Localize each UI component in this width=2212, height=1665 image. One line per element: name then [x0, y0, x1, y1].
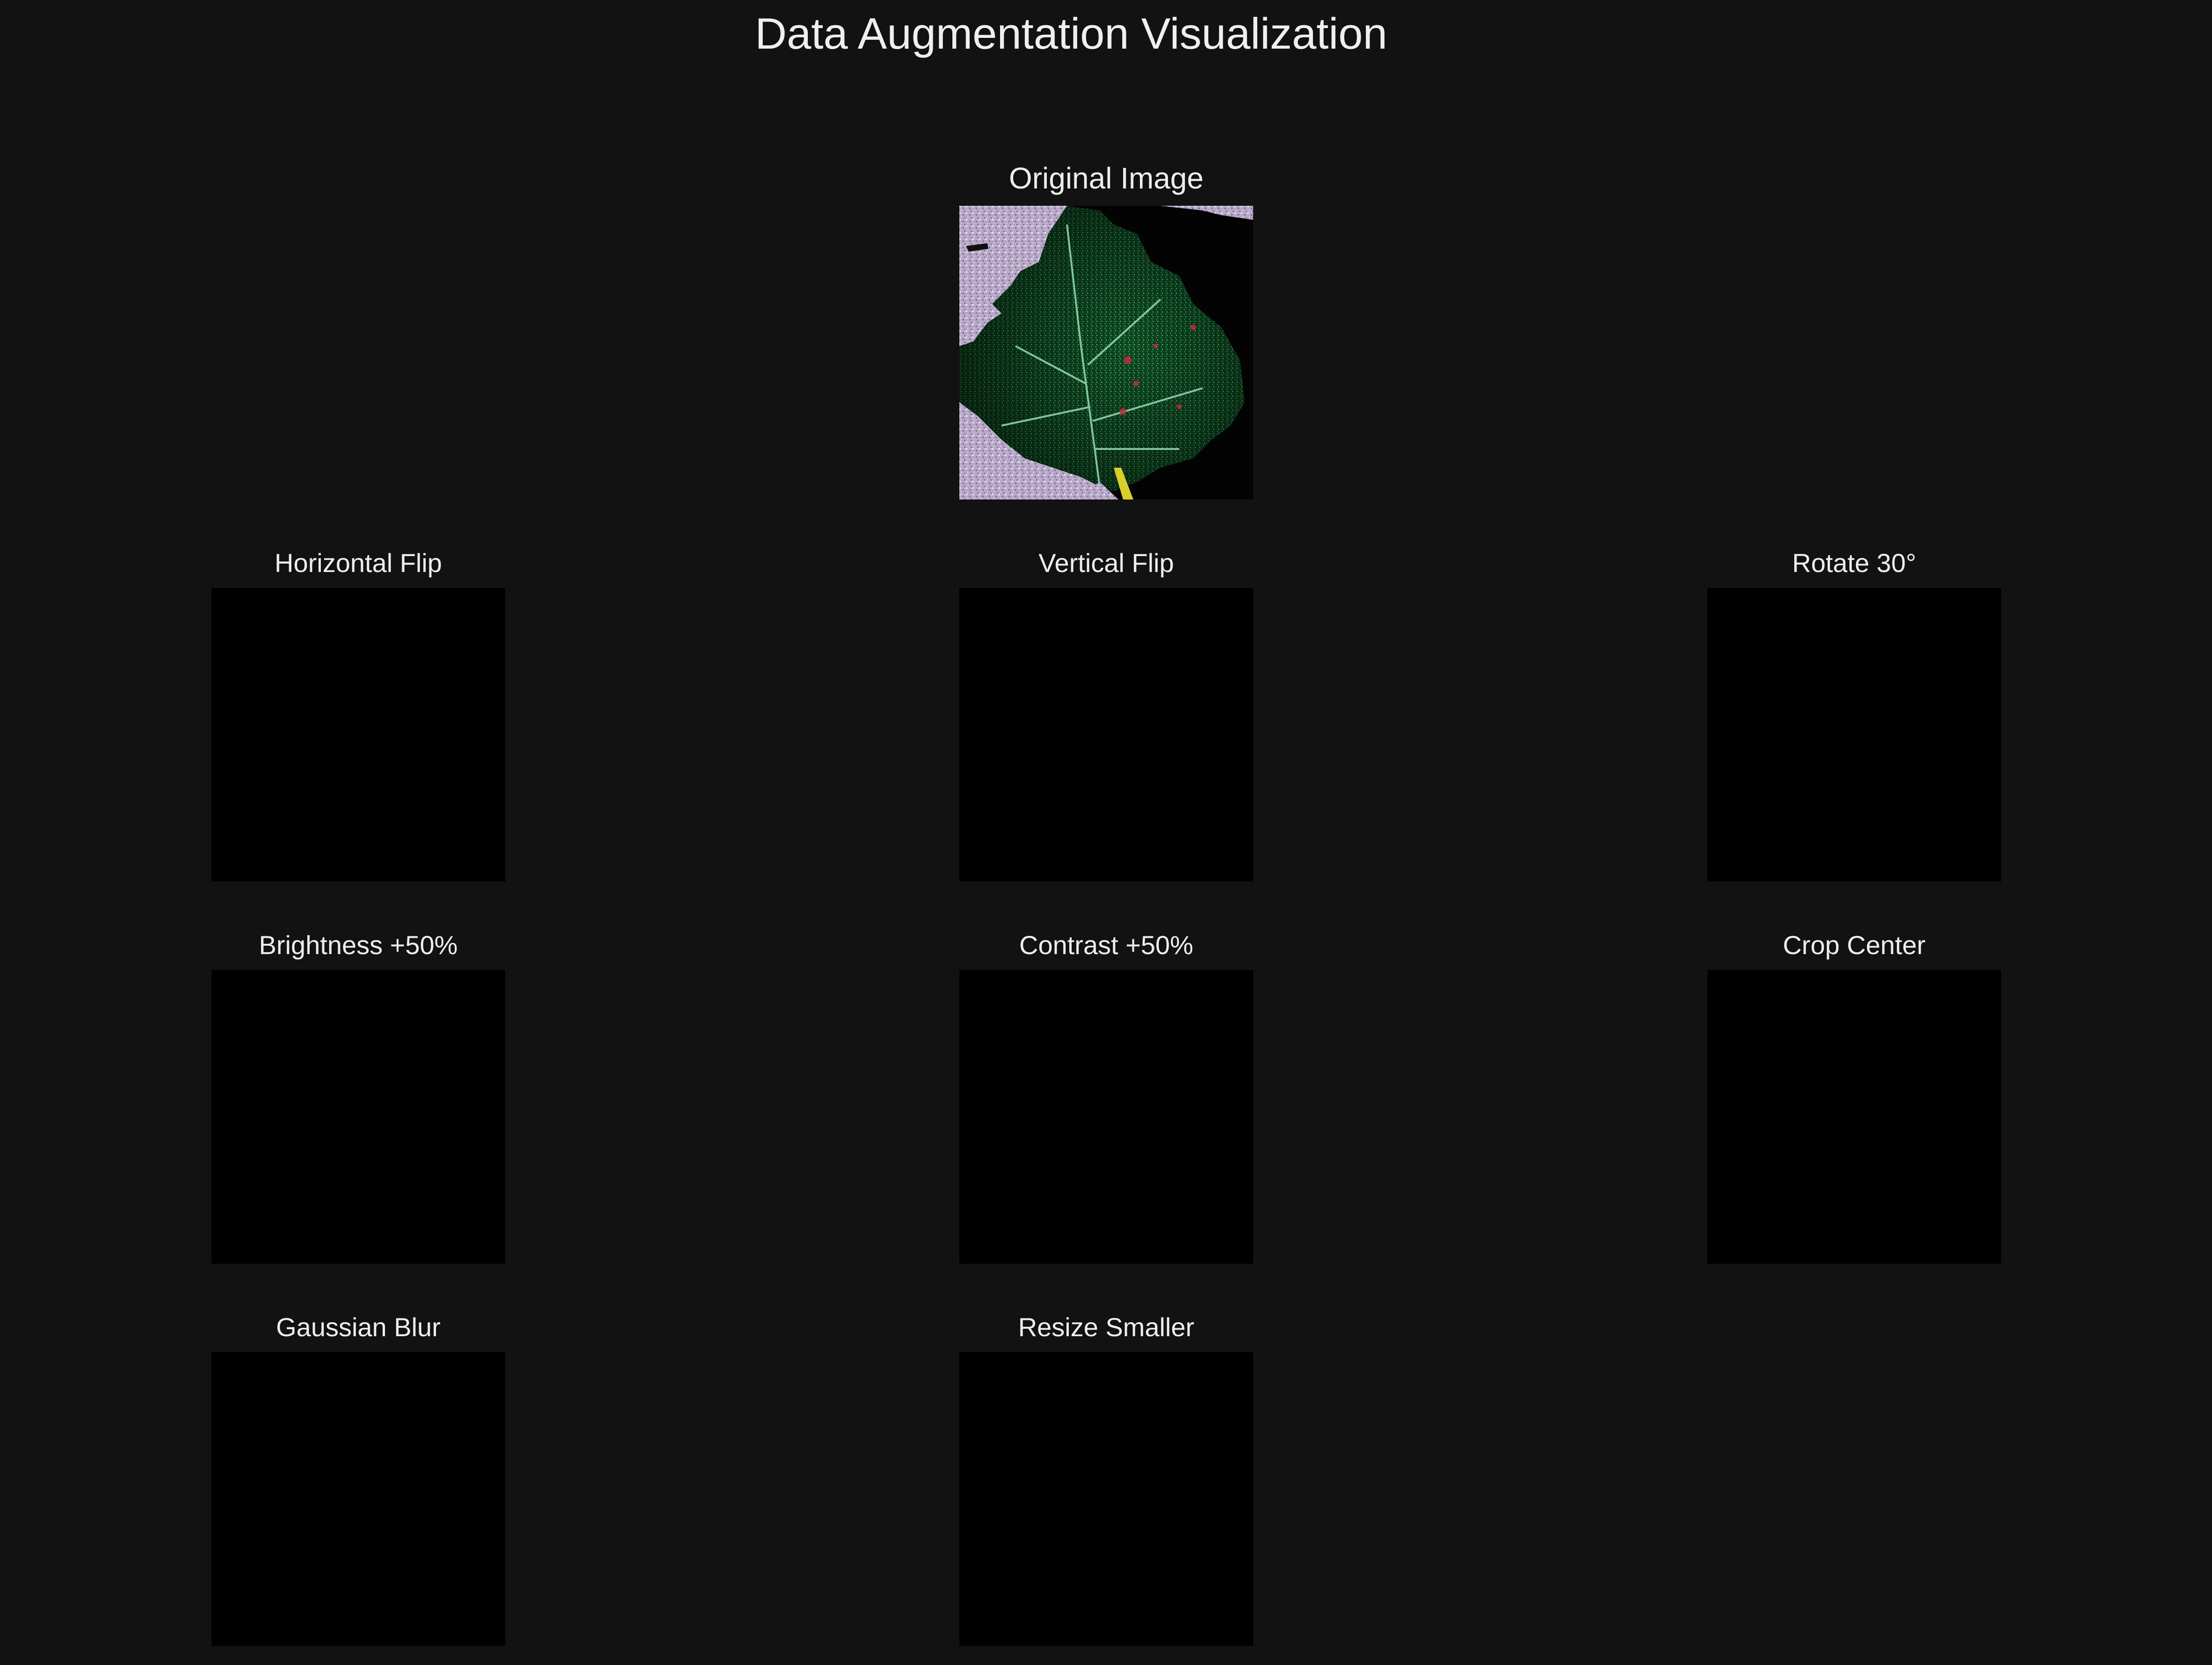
augmentation-figure: Data Augmentation Visualization Original… — [0, 0, 2212, 1665]
augmented-image — [211, 1352, 505, 1646]
augmented-image — [959, 1352, 1253, 1646]
augmented-image — [1707, 970, 2001, 1264]
augmented-image — [211, 588, 505, 882]
original-panel-title: Original Image — [1008, 161, 1204, 195]
augmentation-title: Resize Smaller — [1018, 1312, 1195, 1342]
augmented-image — [1707, 588, 2001, 882]
augmentation-title: Contrast +50% — [1019, 930, 1193, 960]
figure-title: Data Augmentation Visualization — [755, 9, 1387, 58]
original-leaf-image — [959, 206, 1253, 500]
augmentation-title: Rotate 30° — [1792, 548, 1916, 578]
augmented-image — [959, 588, 1253, 882]
augmentation-title: Horizontal Flip — [275, 548, 442, 578]
augmentation-title: Gaussian Blur — [276, 1312, 441, 1342]
leaf-photo-graphic — [959, 206, 1253, 500]
augmented-image — [959, 970, 1253, 1264]
augmentation-title: Vertical Flip — [1038, 548, 1174, 578]
augmented-image — [211, 970, 505, 1264]
augmentation-title: Brightness +50% — [259, 930, 458, 960]
augmentation-title: Crop Center — [1783, 930, 1926, 960]
